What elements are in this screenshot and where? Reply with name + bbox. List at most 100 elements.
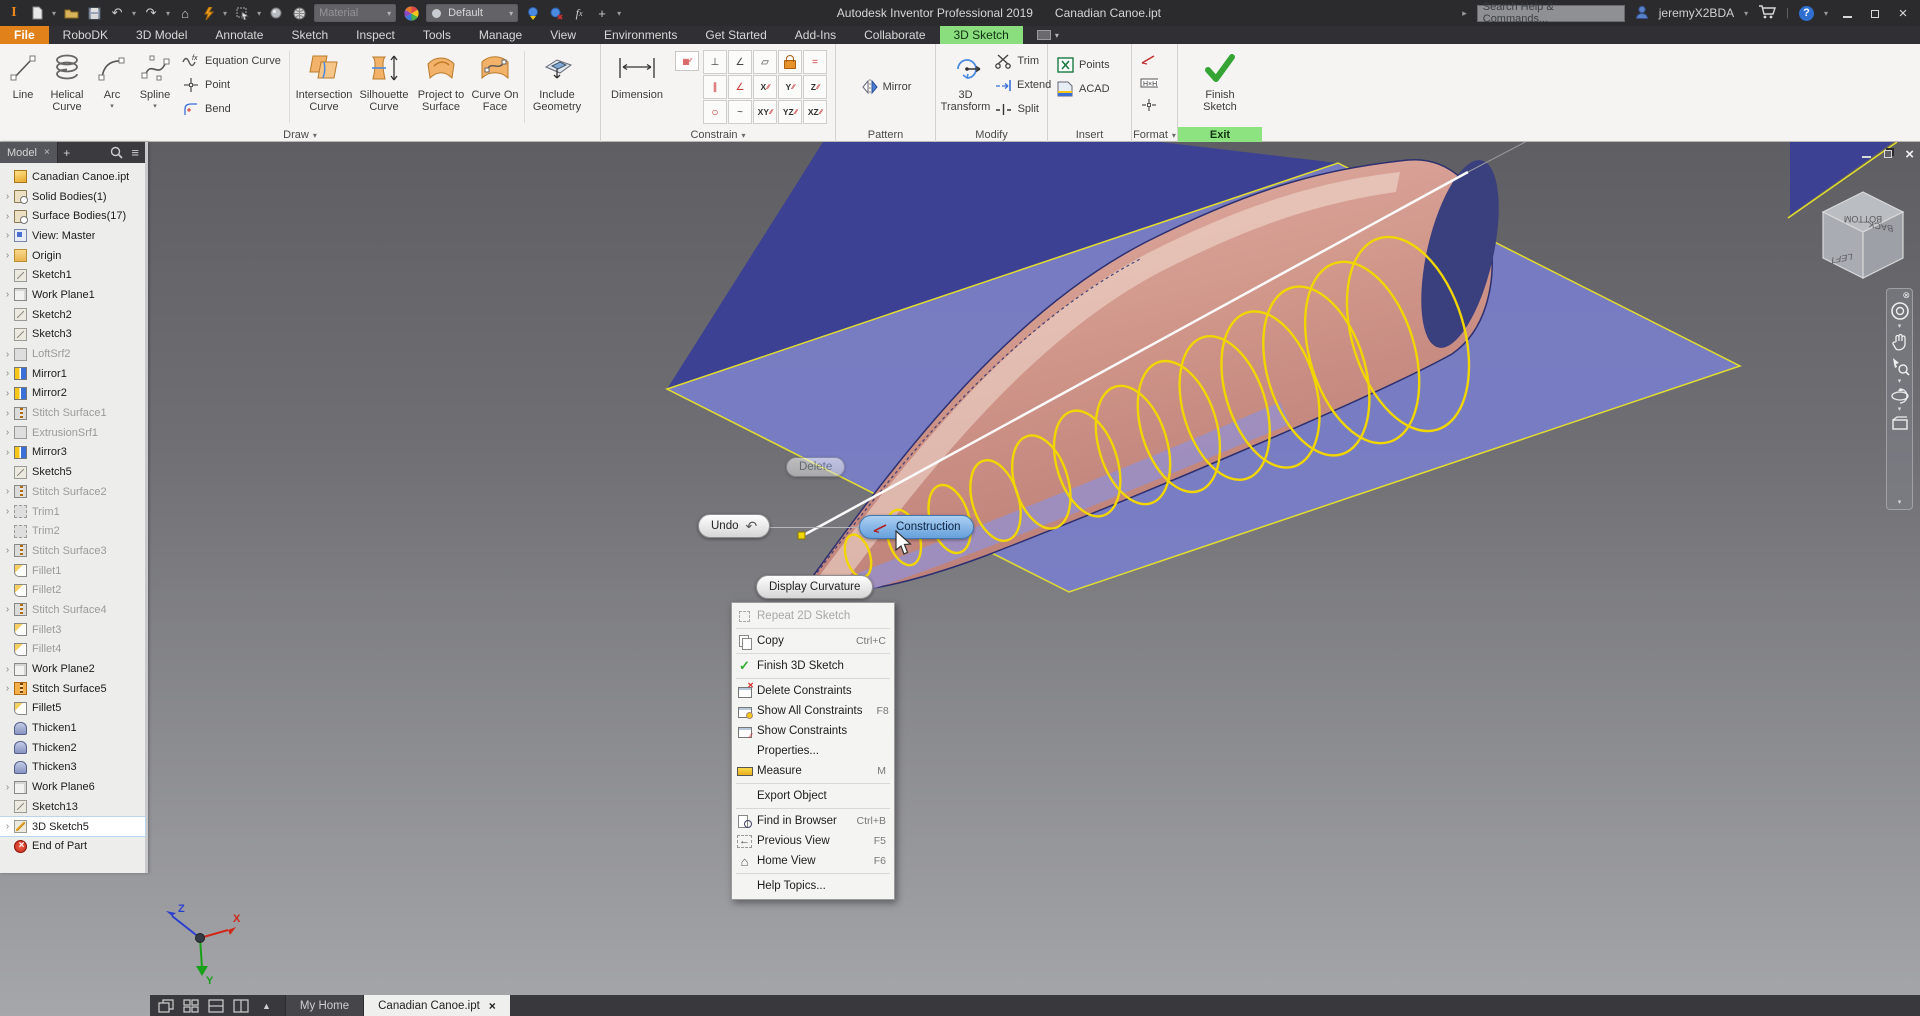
new-file-caret-icon[interactable]: ▾ <box>52 9 56 18</box>
tree-expand-icon[interactable]: › <box>3 191 12 202</box>
split-button[interactable]: Split <box>995 99 1039 119</box>
save-button[interactable] <box>86 5 102 21</box>
panel-label-draw[interactable]: Draw <box>0 127 600 142</box>
tree-item-stitch-surface2[interactable]: › Stitch Surface2 <box>0 482 145 502</box>
context-menu-item-find-in-browser[interactable]: Find in Browser Ctrl+B <box>732 811 894 831</box>
trim-button[interactable]: Trim <box>995 51 1039 71</box>
tree-item-sketch5[interactable]: Sketch5 <box>0 462 145 482</box>
constraint-button[interactable]: ○ <box>703 100 727 124</box>
marking-undo-button[interactable]: Undo↶ <box>698 514 770 538</box>
doc-tab-close-icon[interactable]: × <box>489 999 496 1013</box>
orbit-icon[interactable] <box>1890 388 1910 404</box>
context-menu-item-repeat-2d-sketch[interactable]: Repeat 2D Sketch <box>732 606 894 626</box>
arc-caret-icon[interactable]: ▾ <box>110 102 114 110</box>
dimension-button[interactable]: Dimension <box>605 47 669 101</box>
tree-item-mirror3[interactable]: › Mirror3 <box>0 443 145 463</box>
tree-expand-icon[interactable]: › <box>3 368 12 379</box>
tree-item-solid-bodies-1[interactable]: › Solid Bodies(1) <box>0 187 145 207</box>
context-menu-item-copy[interactable]: Copy Ctrl+C <box>732 631 894 651</box>
extend-button[interactable]: Extend <box>995 75 1039 95</box>
tab-canadian-canoe[interactable]: Canadian Canoe.ipt × <box>363 995 510 1016</box>
ribbon-tab-view[interactable]: View <box>536 26 590 44</box>
ribbon-tab-add-ins[interactable]: Add-Ins <box>781 26 850 44</box>
tree-item-fillet5[interactable]: Fillet5 <box>0 699 145 719</box>
tree-item-fillet3[interactable]: Fillet3 <box>0 620 145 640</box>
tree-item-sketch2[interactable]: Sketch2 <box>0 305 145 325</box>
point-button[interactable]: Point <box>182 75 282 95</box>
helical-curve-button[interactable]: Helical Curve <box>42 47 92 113</box>
navbar-caret-icon[interactable]: ▾ <box>1898 324 1902 330</box>
tab-my-home[interactable]: My Home <box>285 995 363 1016</box>
navbar-caret-icon[interactable]: ▾ <box>1898 379 1902 385</box>
constraint-button[interactable]: ~ <box>728 100 752 124</box>
viewcube[interactable]: BOTTOM LEFT BACK <box>1813 182 1913 292</box>
tree-expand-icon[interactable]: › <box>3 486 12 497</box>
user-menu-caret-icon[interactable]: ▾ <box>1744 9 1748 18</box>
line-button[interactable]: Line <box>4 47 42 101</box>
tree-item-3d-sketch5[interactable]: › 3D Sketch5 <box>0 817 145 837</box>
zoom-icon[interactable] <box>1890 356 1910 376</box>
navbar-close-icon[interactable]: ⊗ <box>1902 290 1910 301</box>
tree-item-thicken1[interactable]: Thicken1 <box>0 718 145 738</box>
redo-button[interactable]: ↷ <box>143 5 159 21</box>
mirror-button[interactable]: Mirror <box>860 77 912 97</box>
panel-label-pattern[interactable]: Pattern <box>836 127 935 142</box>
tree-item-stitch-surface3[interactable]: › Stitch Surface3 <box>0 541 145 561</box>
material-combobox[interactable]: Material ▾ <box>314 4 396 22</box>
undo-button[interactable]: ↶ <box>109 5 125 21</box>
clear-appearance-icon[interactable] <box>548 5 564 21</box>
finish-sketch-button[interactable]: Finish Sketch <box>1188 47 1252 113</box>
panel-label-insert[interactable]: Insert <box>1048 127 1131 142</box>
look-at-icon[interactable] <box>1890 416 1910 432</box>
panel-label-format[interactable]: Format <box>1132 127 1177 142</box>
tree-expand-icon[interactable]: › <box>3 447 12 458</box>
ribbon-tab-sketch[interactable]: Sketch <box>277 26 342 44</box>
constraint-button[interactable]: Z <box>803 75 827 99</box>
ribbon-tab-robodk[interactable]: RoboDK <box>49 26 122 44</box>
collapse-tabs-icon[interactable]: ▲ <box>262 1001 271 1011</box>
ribbon-tab-annotate[interactable]: Annotate <box>201 26 277 44</box>
ribbon-tab-3d-sketch[interactable]: 3D Sketch <box>940 26 1023 44</box>
tree-expand-icon[interactable]: › <box>3 604 12 615</box>
open-button[interactable] <box>63 5 79 21</box>
arc-button[interactable]: Arc ▾ <box>92 47 132 110</box>
constraint-button[interactable] <box>778 50 802 74</box>
tree-expand-icon[interactable]: › <box>3 408 12 419</box>
window-close-button[interactable]: × <box>1894 5 1912 22</box>
doc-minimize-button[interactable] <box>1862 145 1871 163</box>
tree-expand-icon[interactable]: › <box>3 506 12 517</box>
help-icon[interactable]: ? <box>1799 6 1814 21</box>
tree-item-work-plane1[interactable]: › Work Plane1 <box>0 285 145 305</box>
constraint-button[interactable]: ⊥ <box>703 50 727 74</box>
tree-item-sketch1[interactable]: Sketch1 <box>0 265 145 285</box>
tree-item-fillet1[interactable]: Fillet1 <box>0 561 145 581</box>
new-file-button[interactable] <box>29 5 45 21</box>
doc-restore-button[interactable] <box>1884 145 1892 163</box>
constraint-settings-button[interactable]: ▦∕∕ <box>675 51 699 71</box>
tree-item-view-master[interactable]: › View: Master <box>0 226 145 246</box>
acad-button[interactable]: ACAD <box>1056 79 1110 99</box>
tree-expand-icon[interactable]: › <box>3 683 12 694</box>
tree-expand-icon[interactable]: › <box>3 250 12 261</box>
3d-transform-button[interactable]: 3D Transform <box>940 47 991 113</box>
points-button[interactable]: Points <box>1056 55 1110 75</box>
bend-button[interactable]: Bend <box>182 99 282 119</box>
tree-expand-icon[interactable]: › <box>3 782 12 793</box>
tree-expand-icon[interactable]: › <box>3 821 12 832</box>
tree-item-sketch3[interactable]: Sketch3 <box>0 325 145 345</box>
context-menu-item-finish-3d-sketch[interactable]: Finish 3D Sketch <box>732 656 894 676</box>
measure-plus-icon[interactable]: + <box>594 5 610 21</box>
adjust-appearance-icon[interactable] <box>525 5 541 21</box>
constraint-button[interactable]: = <box>803 50 827 74</box>
constraint-button[interactable]: ∥ <box>703 75 727 99</box>
tree-expand-icon[interactable]: › <box>3 427 12 438</box>
project-to-surface-button[interactable]: Project to Surface <box>413 47 469 113</box>
doc-close-button[interactable]: × <box>1905 146 1914 163</box>
spline-caret-icon[interactable]: ▾ <box>153 102 157 110</box>
curve-on-face-button[interactable]: Curve On Face <box>469 47 521 113</box>
store-cart-icon[interactable] <box>1758 5 1776 22</box>
tree-item-canadian-canoe-ipt[interactable]: Canadian Canoe.ipt <box>0 167 145 187</box>
context-menu-item-show-constraints[interactable]: Show Constraints <box>732 721 894 741</box>
marking-construction-button[interactable]: Construction <box>859 515 974 539</box>
tree-item-stitch-surface1[interactable]: › Stitch Surface1 <box>0 403 145 423</box>
